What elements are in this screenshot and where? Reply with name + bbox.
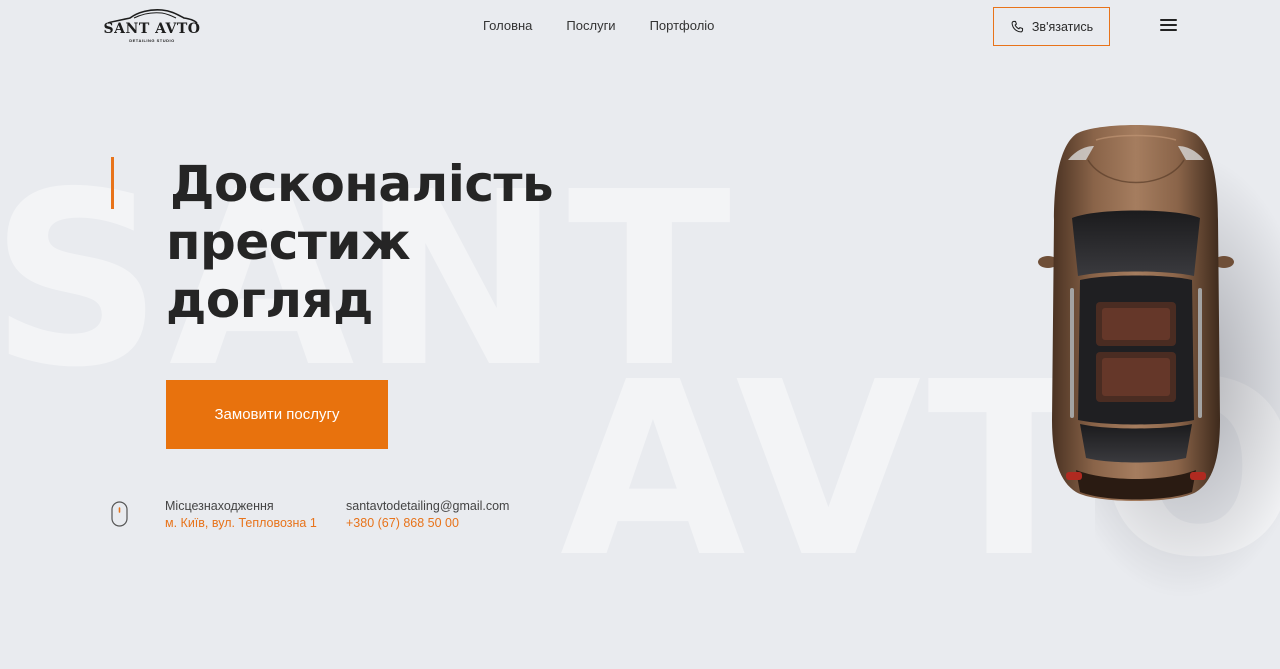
site-header: SANT AVTO DETAILING STUDIO Головна Послу… (0, 0, 1280, 52)
nav-item-portfolio[interactable]: Портфоліо (650, 18, 715, 33)
hero-title-line-1: Досконалість (170, 155, 554, 213)
hero-title-line-2: престиж (166, 213, 411, 271)
phone-link[interactable]: +380 (67) 868 50 00 (346, 515, 509, 532)
nav-item-services[interactable]: Послуги (566, 18, 615, 33)
mouse-icon (111, 501, 128, 527)
contact-block: santavtodetailing@gmail.com +380 (67) 86… (346, 498, 509, 532)
main-nav: Головна Послуги Портфоліо (483, 18, 748, 33)
email-link[interactable]: santavtodetailing@gmail.com (346, 498, 509, 515)
logo-text: SANT AVTO (103, 21, 201, 37)
hero-title: Досконалість престиж догляд (166, 155, 554, 329)
phone-icon (1011, 20, 1023, 32)
car-image (1038, 125, 1234, 501)
logo[interactable]: SANT AVTO DETAILING STUDIO (102, 8, 202, 46)
location-label: Місцезнаходження (165, 499, 274, 513)
contact-button-label: Зв'язатись (1031, 19, 1094, 34)
order-service-button[interactable]: Замовити послугу (166, 380, 388, 449)
location-value: м. Київ, вул. Тепловозна 1 (165, 516, 317, 530)
accent-line (111, 157, 114, 209)
nav-item-home[interactable]: Головна (483, 18, 532, 33)
logo-subtitle: DETAILING STUDIO (129, 38, 175, 43)
contact-button[interactable]: Зв'язатись (993, 7, 1110, 46)
location-block: Місцезнаходження м. Київ, вул. Тепловозн… (165, 498, 317, 532)
hamburger-menu-icon[interactable] (1160, 19, 1177, 33)
hero-title-line-3: догляд (166, 271, 373, 329)
